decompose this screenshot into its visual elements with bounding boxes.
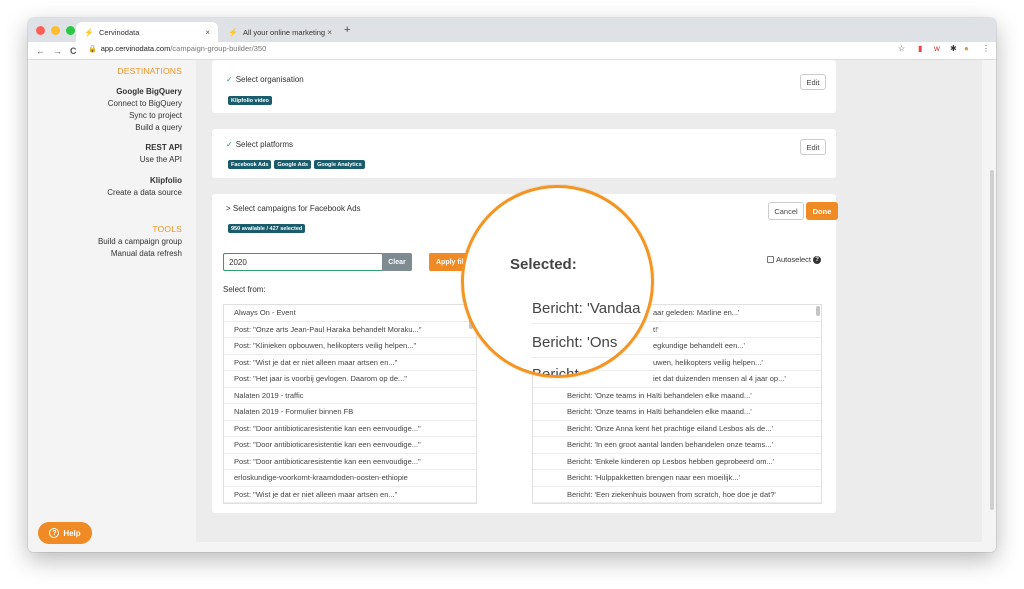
platform-tags: Facebook Ads Google Ads Google Analytics [228, 160, 365, 169]
list-item[interactable]: Post: "Door antibioticaresistentie kan e… [224, 437, 476, 454]
tab-cervinodata[interactable]: ⚡ Cervinodata × [76, 22, 218, 42]
list-item[interactable]: Post: "Door antibioticaresistentie kan e… [224, 454, 476, 470]
star-icon[interactable]: ☆ [898, 44, 905, 53]
organisation-tags: Klipfolio video [228, 96, 272, 105]
campaign-search-input[interactable] [223, 253, 383, 271]
organisation-title: ✓ Select organisation [226, 75, 304, 84]
close-tab-icon[interactable]: × [327, 28, 332, 37]
platforms-card: ✓ Select platforms Facebook Ads Google Ad… [212, 129, 836, 178]
list-item[interactable]: Bericht: 'Enkele kinderen op Lesbos hebb… [533, 454, 821, 470]
list-item[interactable]: Nalaten 2019 - Formulier binnen FB [224, 404, 476, 421]
question-icon: ? [49, 528, 60, 538]
forward-button[interactable]: → [53, 46, 62, 56]
minimize-window-button[interactable] [51, 26, 60, 35]
url-path: /campaign-group-builder/350 [170, 44, 267, 53]
platform-tag: Google Analytics [314, 160, 365, 169]
help-button[interactable]: ? Help [38, 522, 92, 544]
menu-icon[interactable]: ⋮ [982, 44, 990, 53]
list-item[interactable]: Post: "Het jaar is voorbij gevlogen. Daa… [224, 371, 476, 388]
tab-marketing-data[interactable]: ⚡ All your online marketing data × [220, 22, 340, 42]
puzzle-icon[interactable]: ✱ [950, 44, 957, 53]
magnifier-selected-label: Selected: [510, 256, 577, 273]
window-controls [36, 26, 75, 35]
list-item[interactable]: Bericht: 'Onze teams in Haïti behandelen… [533, 404, 821, 421]
select-from-label: Select from: [223, 285, 266, 294]
list-item[interactable]: Bericht: 'In een groot aantal landen beh… [533, 437, 821, 454]
help-label: Help [63, 528, 81, 538]
tab-strip: ⚡ Cervinodata × ⚡ All your online market… [28, 18, 996, 42]
clear-button[interactable]: Clear [382, 253, 412, 271]
sidebar-heading-destinations: DESTINATIONS [117, 66, 182, 76]
autoselect-label: Autoselect [776, 255, 812, 264]
back-button[interactable]: ← [36, 46, 45, 56]
list-item[interactable]: Bericht: 'Een ziekenhuis bouwen from scr… [533, 487, 821, 503]
campaigns-title: > Select campaigns for Facebook Ads [226, 204, 361, 213]
lightning-icon: ⚡ [84, 27, 94, 37]
sidebar-heading-tools: TOOLS [152, 224, 182, 234]
address-bar[interactable]: 🔒 app.cervinodata.com/campaign-group-bui… [88, 44, 266, 53]
sidebar-item-sync-project[interactable]: Sync to project [129, 111, 182, 120]
question-icon[interactable]: ? [813, 255, 822, 264]
avatar[interactable]: ● [964, 44, 969, 53]
tab-title: All your online marketing data [242, 27, 327, 37]
list-item[interactable]: Post: "Door antibioticaresistentie kan e… [224, 421, 476, 437]
page-scrollbar[interactable] [988, 60, 996, 552]
sidebar-item-build-query[interactable]: Build a query [135, 123, 182, 132]
sidebar-heading-rest-api: REST API [145, 143, 182, 152]
list-item[interactable]: erloskundige-voorkomt-kraamdoden-oosten-… [224, 470, 476, 487]
check-circle-icon: ✓ [226, 75, 233, 84]
extension-icon[interactable]: ▮ [918, 44, 922, 53]
new-tab-button[interactable]: + [344, 24, 350, 36]
list-item[interactable]: Post: "Klinieken opbouwen, helikopters v… [224, 338, 476, 355]
list-item[interactable]: Bericht: 'Hulppakketten brengen naar een… [533, 470, 821, 487]
zoom-magnifier: Selected: Bericht: 'Vandaa Bericht: 'Ons… [461, 185, 654, 378]
page-scrollbar-thumb[interactable] [990, 170, 994, 510]
close-window-button[interactable] [36, 26, 45, 35]
campaigns-count-badge: 950 available / 427 selected [228, 224, 306, 233]
edit-platforms-button[interactable]: Edit [800, 139, 826, 155]
sidebar-item-use-api[interactable]: Use the API [140, 155, 182, 164]
check-circle-icon: ✓ [226, 140, 233, 149]
magnifier-row: Bericht: 'Ons [532, 328, 651, 358]
sidebar-item-create-source[interactable]: Create a data source [107, 188, 182, 197]
edit-organisation-button[interactable]: Edit [800, 74, 826, 90]
close-tab-icon[interactable]: × [205, 28, 210, 37]
campaigns-badges: 950 available / 427 selected [228, 224, 306, 233]
platforms-title: ✓ Select platforms [226, 140, 294, 149]
list-item[interactable]: Post: "Wist je dat er niet alleen maar a… [224, 487, 476, 503]
sidebar-heading-klipfolio: Klipfolio [150, 176, 182, 185]
organisation-card: ✓ Select organisation Klipfolio video Edi… [212, 60, 836, 113]
select-from-list[interactable]: Always On - Event Post: "Onze arts Jean-… [223, 304, 477, 504]
sidebar-item-build-campaign-group[interactable]: Build a campaign group [98, 237, 182, 246]
sidebar: DESTINATIONS Google BigQuery Connect to … [28, 60, 188, 552]
lightning-icon: ⚡ [228, 27, 238, 37]
tab-title: Cervinodata [98, 27, 140, 37]
platform-tag: Facebook Ads [228, 160, 272, 169]
organisation-tag: Klipfolio video [228, 96, 272, 105]
extension-icon[interactable]: w [934, 44, 940, 53]
reload-button[interactable]: C [70, 46, 77, 56]
maximize-window-button[interactable] [66, 26, 75, 35]
sidebar-item-connect-bigquery[interactable]: Connect to BigQuery [108, 99, 182, 108]
sidebar-item-manual-refresh[interactable]: Manual data refresh [111, 249, 182, 258]
list-item[interactable]: Always On - Event [224, 305, 476, 322]
autoselect-toggle[interactable]: Autoselect ? [767, 255, 822, 264]
autoselect-checkbox[interactable] [767, 256, 774, 263]
lock-icon: 🔒 [88, 45, 97, 53]
cancel-button[interactable]: Cancel [768, 202, 804, 220]
done-button[interactable]: Done [806, 202, 838, 220]
platform-tag: Google Ads [274, 160, 312, 169]
list-item[interactable]: Nalaten 2019 - traffic [224, 388, 476, 404]
list-item[interactable]: Post: "Wist je dat er niet alleen maar a… [224, 355, 476, 371]
list-item[interactable]: Bericht: 'Onze teams in Haïti behandelen… [533, 388, 821, 404]
browser-toolbar: ← → C 🔒 app.cervinodata.com/campaign-gro… [28, 42, 996, 60]
magnifier-row: Bericht: 'Vandaa [532, 294, 651, 324]
list-item[interactable]: Post: "Onze arts Jean-Paul Haraka behand… [224, 322, 476, 338]
url-host: app.cervinodata.com [100, 44, 171, 53]
list-item[interactable]: Bericht: 'Onze Anna kent het prachtige e… [533, 421, 821, 437]
selected-scrollbar[interactable] [816, 306, 820, 316]
sidebar-heading-bigquery: Google BigQuery [116, 87, 182, 96]
